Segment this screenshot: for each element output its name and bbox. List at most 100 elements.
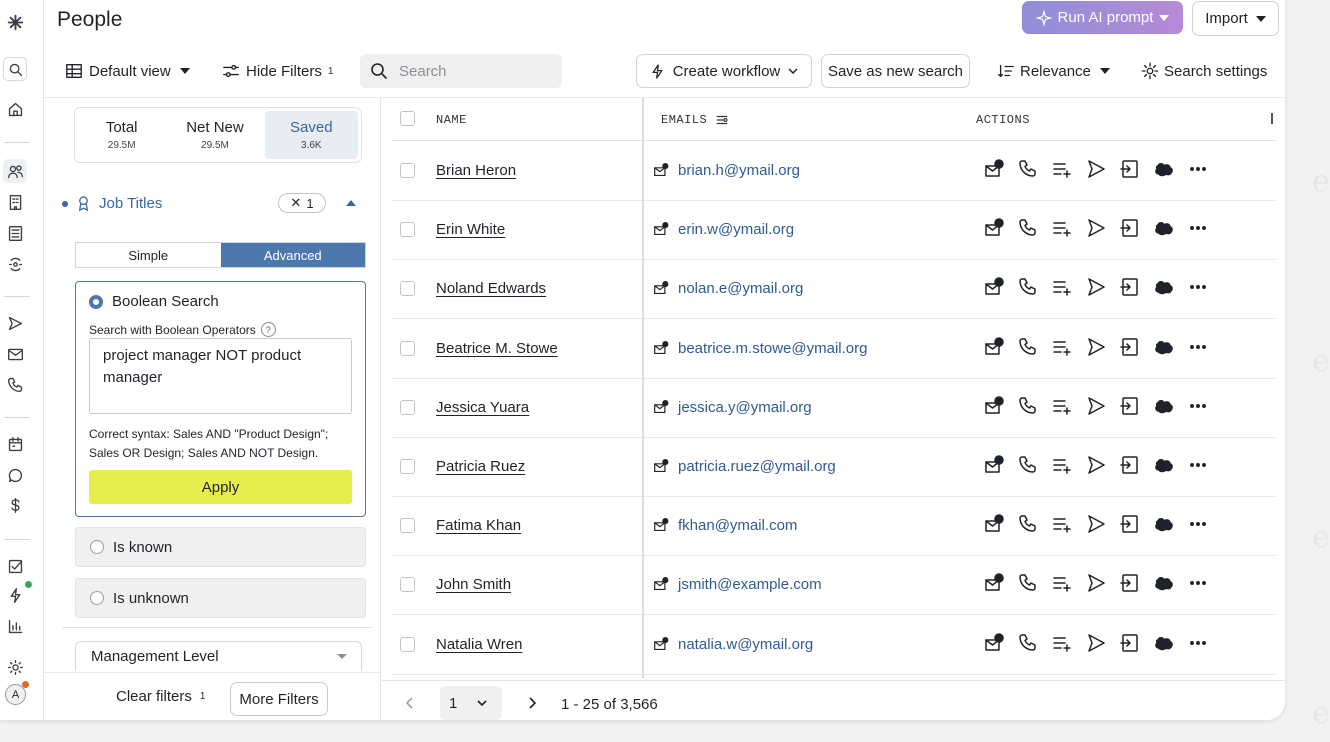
export-icon[interactable] <box>1119 217 1141 239</box>
is-unknown-option[interactable]: Is unknown <box>75 578 366 618</box>
person-name-link[interactable]: Brian Heron <box>436 162 516 179</box>
more-actions-icon[interactable] <box>1187 572 1209 594</box>
email-action-icon[interactable] <box>983 572 1005 594</box>
add-to-sequence-icon[interactable] <box>1085 158 1107 180</box>
email-link[interactable]: beatrice.m.stowe@ymail.org <box>678 340 867 357</box>
person-name-link[interactable]: John Smith <box>436 576 511 593</box>
more-actions-icon[interactable] <box>1187 632 1209 654</box>
more-actions-icon[interactable] <box>1187 158 1209 180</box>
email-link[interactable]: fkhan@ymail.com <box>678 517 797 534</box>
add-to-sequence-icon[interactable] <box>1085 217 1107 239</box>
table-row[interactable]: Patricia Ruez patricia.ruez@ymail.org <box>391 437 1276 497</box>
add-to-list-icon[interactable] <box>1051 217 1073 239</box>
deals-icon[interactable] <box>5 495 25 515</box>
add-to-sequence-icon[interactable] <box>1085 395 1107 417</box>
person-name-link[interactable]: Erin White <box>436 221 505 238</box>
add-to-list-icon[interactable] <box>1051 454 1073 476</box>
row-checkbox[interactable] <box>400 222 415 238</box>
run-ai-prompt-button[interactable]: Run AI prompt <box>1022 1 1183 34</box>
email-action-icon[interactable] <box>983 513 1005 535</box>
more-actions-icon[interactable] <box>1187 276 1209 298</box>
call-action-icon[interactable] <box>1017 217 1039 239</box>
table-row[interactable]: Jessica Yuara jessica.y@ymail.org <box>391 378 1276 438</box>
person-name-link[interactable]: Noland Edwards <box>436 280 546 297</box>
more-filters-button[interactable]: More Filters <box>230 682 328 716</box>
people-icon[interactable] <box>3 159 27 183</box>
analytics-icon[interactable] <box>5 616 25 636</box>
call-action-icon[interactable] <box>1017 336 1039 358</box>
workflows-icon[interactable] <box>5 581 32 605</box>
salesforce-icon[interactable] <box>1153 217 1175 239</box>
search-input[interactable] <box>397 61 551 81</box>
create-workflow-button[interactable]: Create workflow <box>636 54 812 88</box>
salesforce-icon[interactable] <box>1153 276 1175 298</box>
hide-filters-button[interactable]: Hide Filters 1 <box>222 54 333 88</box>
row-checkbox[interactable] <box>400 399 415 415</box>
email-link[interactable]: erin.w@ymail.org <box>678 221 794 238</box>
tasks-icon[interactable] <box>5 556 25 576</box>
row-checkbox[interactable] <box>400 163 415 178</box>
email-action-icon[interactable] <box>983 217 1005 239</box>
more-actions-icon[interactable] <box>1187 513 1209 535</box>
person-name-link[interactable]: Beatrice M. Stowe <box>436 340 558 357</box>
row-checkbox[interactable] <box>400 281 415 297</box>
email-link[interactable]: brian.h@ymail.org <box>678 162 800 179</box>
export-icon[interactable] <box>1119 276 1141 298</box>
add-to-list-icon[interactable] <box>1051 158 1073 180</box>
export-icon[interactable] <box>1119 158 1141 180</box>
add-to-sequence-icon[interactable] <box>1085 454 1107 476</box>
chevron-left-icon[interactable] <box>404 696 416 710</box>
email-action-icon[interactable] <box>983 336 1005 358</box>
job-titles-clear-chip[interactable]: ✕ 1 <box>278 193 326 213</box>
advanced-mode-button[interactable]: Advanced <box>220 243 365 267</box>
row-checkbox[interactable] <box>400 636 415 652</box>
column-resize-handle[interactable] <box>642 98 644 678</box>
salesforce-icon[interactable] <box>1153 572 1175 594</box>
clear-filters-button[interactable]: Clear filters 1 <box>116 688 205 705</box>
email-action-icon[interactable] <box>983 276 1005 298</box>
import-button[interactable]: Import <box>1192 1 1279 36</box>
salesforce-icon[interactable] <box>1153 395 1175 417</box>
export-icon[interactable] <box>1119 336 1141 358</box>
export-icon[interactable] <box>1119 454 1141 476</box>
management-level-filter[interactable]: Management Level <box>75 641 362 671</box>
call-action-icon[interactable] <box>1017 158 1039 180</box>
logo-icon[interactable] <box>5 12 25 32</box>
lists-icon[interactable] <box>5 223 25 243</box>
salesforce-icon[interactable] <box>1153 513 1175 535</box>
person-name-link[interactable]: Natalia Wren <box>436 636 522 653</box>
help-icon[interactable]: ? <box>260 322 276 337</box>
more-actions-icon[interactable] <box>1187 395 1209 417</box>
add-to-sequence-icon[interactable] <box>1085 336 1107 358</box>
add-to-list-icon[interactable] <box>1051 572 1073 594</box>
radio-unselected[interactable] <box>90 540 104 554</box>
add-to-list-icon[interactable] <box>1051 395 1073 417</box>
tab-saved[interactable]: Saved 3.6K <box>264 111 358 159</box>
call-action-icon[interactable] <box>1017 276 1039 298</box>
is-known-option[interactable]: Is known <box>75 527 366 567</box>
call-action-icon[interactable] <box>1017 572 1039 594</box>
export-icon[interactable] <box>1119 632 1141 654</box>
salesforce-icon[interactable] <box>1153 454 1175 476</box>
chat-icon[interactable] <box>5 465 25 485</box>
table-row[interactable]: Noland Edwards nolan.e@ymail.org <box>391 259 1276 320</box>
row-checkbox[interactable] <box>400 577 415 593</box>
add-to-list-icon[interactable] <box>1051 632 1073 654</box>
email-link[interactable]: natalia.w@ymail.org <box>678 636 813 653</box>
job-titles-filter-header[interactable]: Job Titles <box>62 195 162 212</box>
table-row[interactable]: Natalia Wren natalia.w@ymail.org <box>391 615 1276 675</box>
row-checkbox[interactable] <box>400 459 415 474</box>
table-row[interactable]: Brian Heron brian.h@ymail.org <box>391 141 1276 201</box>
table-row[interactable]: Erin White erin.w@ymail.org <box>391 200 1276 261</box>
select-all-checkbox[interactable] <box>400 111 415 126</box>
export-icon[interactable] <box>1119 513 1141 535</box>
relevance-sort-dropdown[interactable]: Relevance <box>997 54 1110 88</box>
email-link[interactable]: jessica.y@ymail.org <box>678 399 812 416</box>
settings-icon[interactable] <box>5 657 25 677</box>
signals-icon[interactable] <box>5 254 25 274</box>
row-checkbox[interactable] <box>400 518 415 534</box>
radio-unselected[interactable] <box>90 591 104 605</box>
companies-icon[interactable] <box>5 192 25 212</box>
calendar-icon[interactable] <box>5 434 25 454</box>
add-to-sequence-icon[interactable] <box>1085 632 1107 654</box>
